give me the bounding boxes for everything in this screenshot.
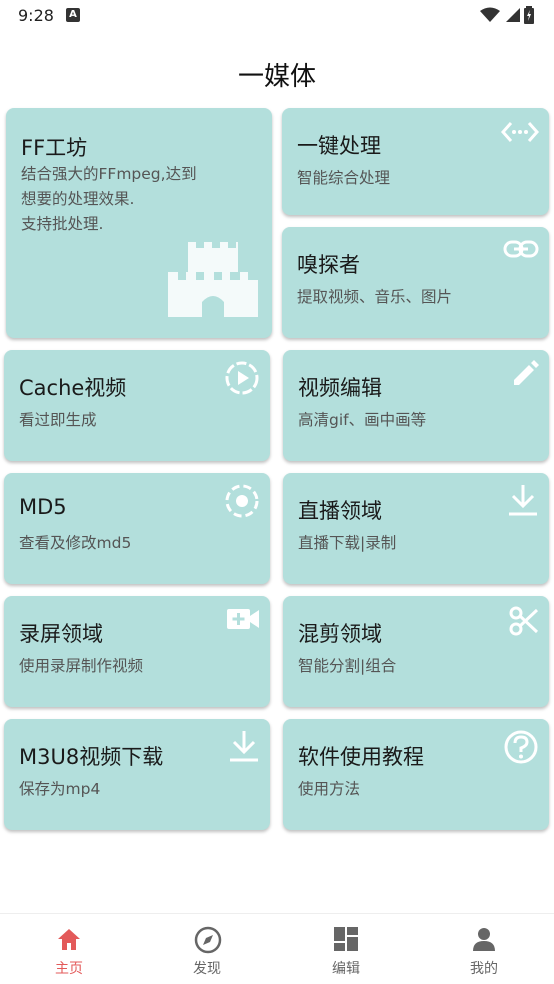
card-title: FF工坊 (21, 136, 88, 160)
help-icon (504, 730, 538, 764)
card-title: Cache视频 (19, 376, 127, 400)
code-arrows-icon (501, 122, 539, 142)
scissors-icon (509, 606, 539, 636)
status-time: 9:28 (18, 6, 54, 25)
compass-icon (194, 926, 222, 954)
dashboard-icon (334, 927, 358, 951)
home-icon (58, 929, 80, 950)
card-tutorial[interactable]: 软件使用教程 使用方法 (283, 719, 549, 830)
card-video-edit[interactable]: 视频编辑 高清gif、画中画等 (283, 350, 549, 461)
card-title: MD5 (19, 495, 67, 519)
card-subtitle: 直播下载|录制 (298, 534, 397, 552)
nav-discover[interactable]: 发现 (157, 914, 257, 984)
pencil-icon (514, 360, 539, 385)
card-title: 软件使用教程 (298, 745, 424, 769)
card-one-click-process[interactable]: 一键处理 智能综合处理 (282, 108, 549, 215)
card-subtitle: 结合强大的FFmpeg,达到 想要的处理效果. 支持批处理. (21, 165, 197, 233)
card-ff-workshop[interactable]: FF工坊 结合强大的FFmpeg,达到 想要的处理效果. 支持批处理. (6, 108, 272, 338)
person-icon (473, 928, 495, 951)
card-subtitle: 智能分割|组合 (298, 657, 397, 675)
play-circle-icon (225, 361, 259, 395)
card-subtitle: 提取视频、音乐、图片 (297, 288, 453, 306)
card-title: M3U8视频下载 (19, 745, 164, 769)
card-subtitle: 使用方法 (298, 780, 361, 798)
card-title: 录屏领域 (19, 622, 103, 646)
nav-label: 编辑 (332, 961, 360, 977)
card-mix-cut[interactable]: 混剪领域 智能分割|组合 (283, 596, 549, 707)
status-icons (480, 6, 534, 24)
notification-icon: A (66, 8, 80, 22)
card-screen-record[interactable]: 录屏领域 使用录屏制作视频 (4, 596, 270, 707)
bottom-nav: 主页 发现 编辑 我的 (0, 913, 554, 984)
card-title: 直播领域 (298, 499, 382, 523)
nav-label: 发现 (193, 961, 221, 977)
card-subtitle: 保存为mp4 (19, 780, 101, 798)
card-md5[interactable]: MD5 查看及修改md5 (4, 473, 270, 584)
castle-icon (168, 242, 258, 317)
card-sniffer[interactable]: 嗅探者 提取视频、音乐、图片 (282, 227, 549, 338)
download-icon (509, 485, 537, 516)
download-icon (230, 731, 258, 762)
card-title: 嗅探者 (297, 253, 360, 277)
app-title: 一媒体 (237, 62, 316, 92)
nav-edit[interactable]: 编辑 (296, 914, 396, 984)
card-subtitle: 智能综合处理 (297, 169, 391, 187)
nav-mine[interactable]: 我的 (434, 914, 534, 984)
card-cache-video[interactable]: Cache视频 看过即生成 (4, 350, 270, 461)
card-m3u8-download[interactable]: M3U8视频下载 保存为mp4 (4, 719, 270, 830)
card-subtitle: 看过即生成 (19, 411, 97, 429)
battery-icon (524, 6, 534, 24)
nav-home[interactable]: 主页 (19, 914, 119, 984)
link-icon (503, 240, 539, 258)
nav-label: 我的 (470, 961, 498, 977)
card-title: 混剪领域 (298, 622, 382, 646)
card-title: 一键处理 (297, 134, 381, 158)
card-subtitle: 高清gif、画中画等 (298, 411, 427, 429)
status-bar: 9:28 A (0, 0, 554, 32)
wifi-icon (480, 7, 500, 22)
signal-icon (506, 8, 520, 22)
target-icon (225, 484, 259, 518)
card-live-stream[interactable]: 直播领域 直播下载|录制 (283, 473, 549, 584)
video-add-icon (227, 609, 259, 629)
card-subtitle: 查看及修改md5 (19, 534, 132, 552)
nav-label: 主页 (55, 961, 83, 977)
card-subtitle: 使用录屏制作视频 (19, 657, 144, 675)
card-title: 视频编辑 (298, 376, 382, 400)
